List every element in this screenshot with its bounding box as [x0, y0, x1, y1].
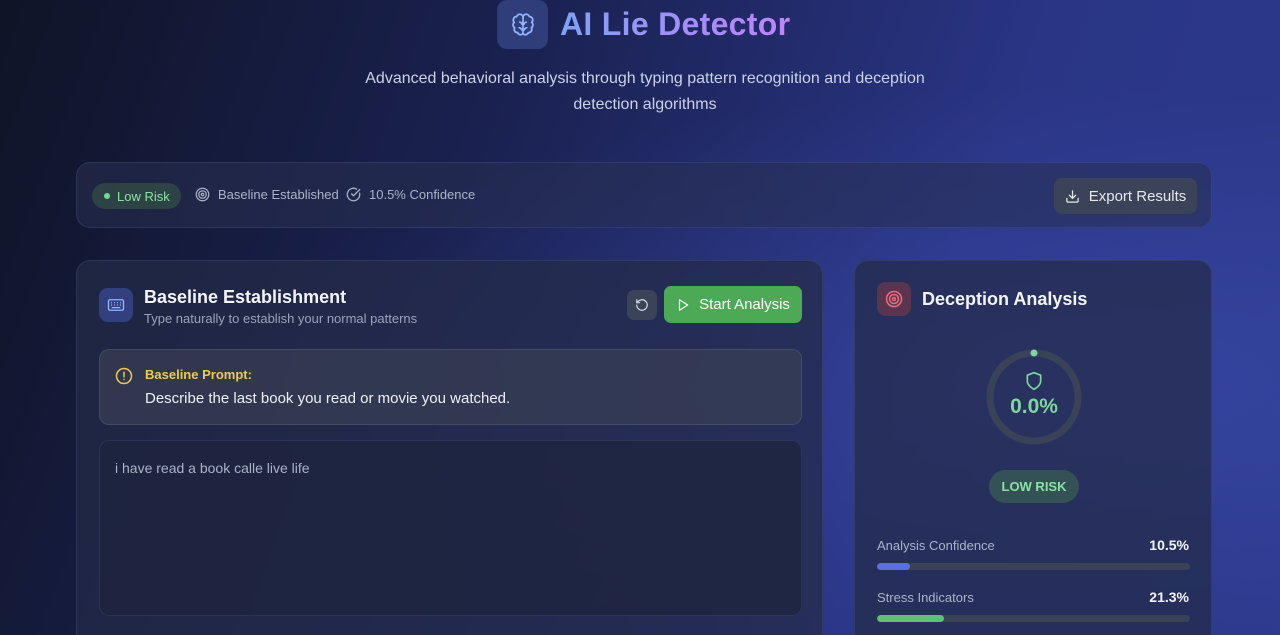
start-analysis-button[interactable]: Start Analysis	[664, 286, 802, 323]
download-icon	[1065, 189, 1079, 203]
reset-button[interactable]	[627, 290, 657, 320]
start-analysis-label: Start Analysis	[699, 296, 790, 313]
confidence-label: 10.5% Confidence	[369, 187, 476, 202]
metric-value: 10.5%	[1149, 537, 1189, 553]
alert-circle-icon	[115, 367, 133, 385]
typing-input[interactable]: i have read a book calle live life	[99, 440, 802, 616]
risk-status-label: Low Risk	[117, 188, 170, 204]
baseline-prompt-box: Baseline Prompt: Describe the last book …	[99, 349, 802, 425]
stress-progress-bar	[877, 615, 1190, 622]
prompt-text: Describe the last book you read or movie…	[145, 390, 511, 407]
deception-title: Deception Analysis	[922, 289, 1088, 309]
check-circle-icon	[346, 187, 361, 202]
confidence-progress-bar	[877, 563, 1190, 570]
target-icon	[195, 187, 210, 202]
gauge-center: 0.0%	[984, 371, 1084, 419]
risk-status-pill: Low Risk	[92, 183, 181, 209]
baseline-status-label: Baseline Established	[218, 187, 339, 202]
app-title: AI Lie Detector	[560, 6, 791, 42]
stress-progress-fill	[877, 615, 944, 622]
prompt-label: Baseline Prompt:	[145, 367, 252, 382]
confidence-status: 10.5% Confidence	[346, 187, 475, 202]
baseline-subtitle: Type naturally to establish your normal …	[144, 311, 418, 326]
confidence-progress-fill	[877, 563, 910, 570]
status-dot-icon	[104, 193, 110, 199]
baseline-status: Baseline Established	[195, 187, 339, 202]
metric-value: 21.3%	[1149, 589, 1189, 605]
rotate-ccw-icon	[636, 299, 648, 311]
deception-panel: Deception Analysis 0.0% LOW RISK Analysi…	[854, 260, 1212, 635]
brain-icon	[497, 0, 548, 49]
app-header: AI Lie Detector Advanced behavioral anal…	[0, 0, 1280, 140]
baseline-panel: Baseline Establishment Type naturally to…	[76, 260, 823, 635]
app-subtitle: Advanced behavioral analysis through typ…	[365, 70, 925, 113]
shield-icon	[1026, 371, 1042, 391]
risk-level-badge: LOW RISK	[989, 470, 1079, 503]
keyboard-icon	[99, 288, 133, 322]
status-bar: Low Risk Baseline Established 10.5% Conf…	[76, 162, 1212, 228]
play-icon	[678, 298, 689, 311]
baseline-title: Baseline Establishment	[144, 287, 347, 307]
target-icon	[877, 282, 911, 316]
export-results-button[interactable]: Export Results	[1054, 178, 1197, 214]
deception-score: 0.0%	[1010, 395, 1058, 418]
export-results-label: Export Results	[1088, 187, 1187, 205]
metric-label: Analysis Confidence	[877, 538, 995, 553]
metric-label: Stress Indicators	[877, 590, 974, 605]
